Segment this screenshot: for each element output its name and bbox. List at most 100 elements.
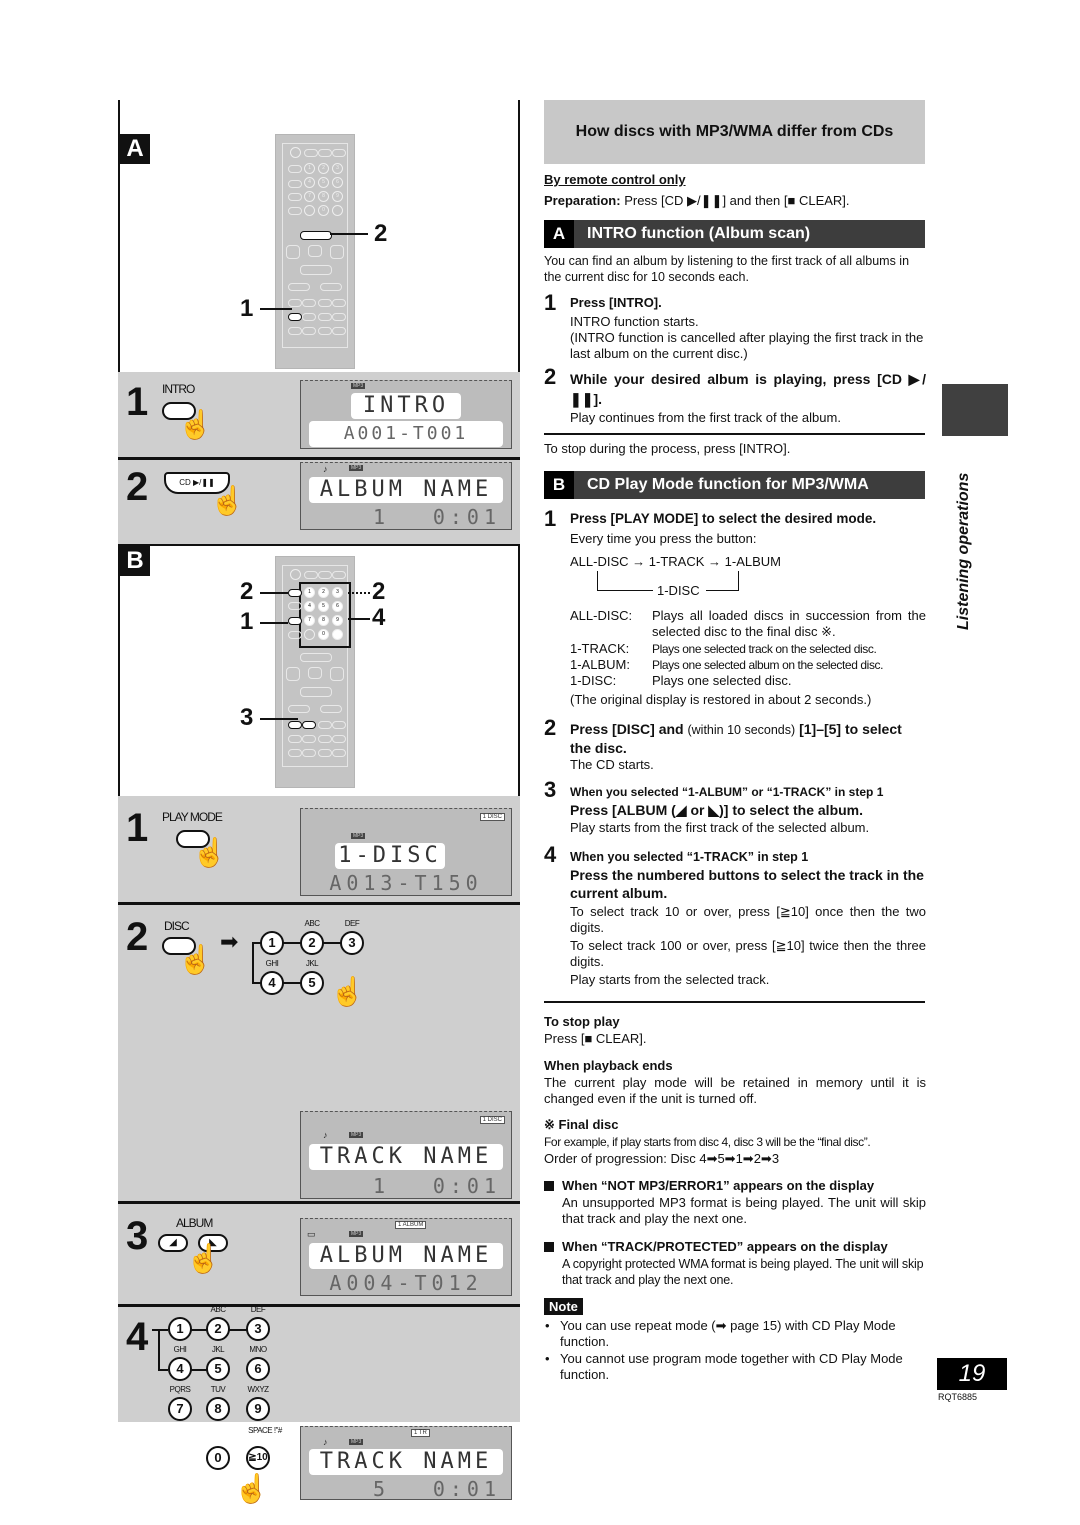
lcd-main-text: TRACK NAME (309, 1449, 503, 1475)
music-note-icon: ♪ (323, 464, 328, 474)
mp3-indicator: MP3 (351, 383, 366, 389)
pointing-hand-icon: ☝ (178, 409, 213, 440)
section-a-heading: A INTRO function (Album scan) (544, 220, 925, 248)
pointing-hand-icon: ☝ (330, 976, 365, 1007)
number-key-3[interactable]: 3 (246, 1317, 270, 1341)
remote-intro-button[interactable] (288, 313, 302, 321)
not-mp3-body: An unsupported MP3 format is being playe… (562, 1195, 926, 1226)
lcd-main-text: 1-DISC (335, 843, 445, 869)
mode-name: 1-ALBUM: (570, 657, 630, 672)
section-title: INTRO function (Album scan) (587, 225, 811, 242)
preparation-text: Press [CD ▶/❚❚] and then [■ CLEAR]. (624, 193, 850, 208)
panel-a-letter: A (120, 134, 150, 164)
number-key-9[interactable]: 9 (246, 1397, 270, 1421)
step-number: 1 (544, 506, 557, 531)
key-letters: ABC (304, 919, 320, 928)
not-mp3-title: When “NOT MP3/ERROR1” appears on the dis… (562, 1178, 875, 1193)
divider (544, 1001, 925, 1003)
number-key-8[interactable]: 8 (206, 1397, 230, 1421)
lcd-time: 0:01 (432, 1174, 501, 1198)
playback-ends-title: When playback ends (544, 1058, 673, 1073)
final-disc-body: For example, if play starts from disc 4,… (544, 1135, 871, 1149)
key-letters: ABC (210, 1305, 226, 1314)
panel-b-letter: B (120, 546, 150, 576)
remote-cd-play-button[interactable] (300, 231, 332, 240)
remote-control-image: 123 456 789 0 (275, 134, 355, 369)
lcd-main-text: ALBUM NAME (309, 477, 503, 503)
number-key-7[interactable]: 7 (168, 1397, 192, 1421)
one-disc-indicator: 1 DISC (479, 813, 505, 821)
number-key-1[interactable]: 1 (260, 931, 284, 955)
step-body: To select track 10 or over, press [≧10] … (570, 904, 926, 935)
number-key-4[interactable]: 4 (168, 1357, 192, 1381)
number-key-10-plus[interactable]: ≧10 (246, 1446, 270, 1470)
bullet-square-icon (544, 1181, 554, 1191)
key-letters: WXYZ (247, 1385, 269, 1394)
preparation-line: Preparation: Press [CD ▶/❚❚] and then [■… (544, 193, 850, 209)
callout-3-album: 3 (240, 704, 254, 731)
number-key-5[interactable]: 5 (300, 971, 324, 995)
bullet-icon: • (545, 1318, 550, 1333)
number-key-1[interactable]: 1 (168, 1317, 192, 1341)
album-down-button[interactable]: ◢ (158, 1234, 188, 1252)
final-disc-title: ※ Final disc (544, 1117, 619, 1132)
number-key-6[interactable]: 6 (246, 1357, 270, 1381)
step-title: Press [ALBUM (◢ or ◣)] to select the alb… (570, 802, 864, 818)
step-number: 3 (544, 777, 557, 802)
panel-b-remote-box: B 123 456 789 0 2 1 3 2 4 (118, 544, 520, 798)
lcd-display: ♪ MP3 ALBUM NAME 1 0:01 (300, 462, 512, 530)
callout-1: 1 (240, 295, 254, 322)
music-note-icon: ♪ (323, 1130, 328, 1140)
step-condition: When you selected “1-ALBUM” or “1-TRACK”… (570, 785, 884, 799)
lcd-time: 0:01 (432, 1477, 501, 1501)
remote-disc-button[interactable] (288, 589, 302, 597)
key-letters: GHI (265, 959, 279, 968)
callout-2-disc: 2 (240, 578, 254, 605)
pointing-hand-icon: ☝ (178, 944, 213, 975)
playback-ends-body: The current play mode will be retained i… (544, 1075, 926, 1106)
remote-play-mode-button[interactable] (288, 617, 302, 625)
step-number: 3 (126, 1214, 149, 1258)
panel-b-step-4: 4 1 ABC 2 DEF 3 GHI 4 JKL 5 MNO 6 PQRS 7… (118, 1305, 520, 1422)
remote-album-up-button[interactable] (302, 721, 316, 729)
stop-note: To stop during the process, press [INTRO… (544, 441, 791, 456)
mode-cycle: ALL-DISC → 1-TRACK → 1-ALBUM (570, 554, 781, 570)
section-b-heading: B CD Play Mode function for MP3/WMA (544, 471, 925, 499)
number-key-5[interactable]: 5 (206, 1357, 230, 1381)
mode-description: Plays one selected album on the selected… (652, 658, 884, 672)
cycle-return-line (738, 571, 739, 591)
number-key-0[interactable]: 0 (206, 1446, 230, 1470)
lcd-display: MP3 INTRO A001-T001 (300, 380, 512, 449)
mode-1-disc: 1-DISC (657, 583, 700, 598)
number-key-2[interactable]: 2 (300, 931, 324, 955)
one-album-indicator: 1 ALBUM (395, 1221, 427, 1229)
number-key-3[interactable]: 3 (340, 931, 364, 955)
remote-album-down-button[interactable] (288, 721, 302, 729)
step-title: Press [DISC] and (within 10 seconds) [1]… (570, 720, 926, 757)
callout-2-numbers: 2 (372, 578, 386, 605)
step-body: Play continues from the first track of t… (570, 410, 841, 425)
section-letter: B (544, 471, 574, 499)
music-note-icon: ♪ (323, 1437, 328, 1447)
disc-button-label: DISC (164, 919, 190, 933)
pointing-hand-icon: ☝ (210, 485, 245, 516)
lcd-main-text: INTRO (351, 393, 461, 419)
step-body: Every time you press the button: (570, 531, 757, 546)
section-title: CD Play Mode function for MP3/WMA (587, 476, 869, 493)
cycle-return-line (597, 590, 653, 591)
lcd-main-text: TRACK NAME (309, 1144, 503, 1170)
key-letters: JKL (305, 959, 319, 968)
panel-a-step-1: 1 INTRO ☝ MP3 INTRO A001-T001 (118, 372, 520, 457)
number-key-2[interactable]: 2 (206, 1317, 230, 1341)
pointing-hand-icon: ☝ (192, 837, 227, 868)
step-number: 4 (544, 842, 557, 867)
step-number: 1 (126, 380, 149, 424)
one-disc-indicator: 1 DISC (479, 1116, 505, 1124)
step-title-part: (within 10 seconds) (687, 723, 796, 737)
step-title: Press [INTRO]. (570, 295, 662, 310)
callout-1-play-mode: 1 (240, 608, 254, 635)
number-key-4[interactable]: 4 (260, 971, 284, 995)
bullet-square-icon (544, 1242, 554, 1252)
restore-note: (The original display is restored in abo… (570, 692, 872, 707)
step-number: 1 (126, 806, 149, 850)
